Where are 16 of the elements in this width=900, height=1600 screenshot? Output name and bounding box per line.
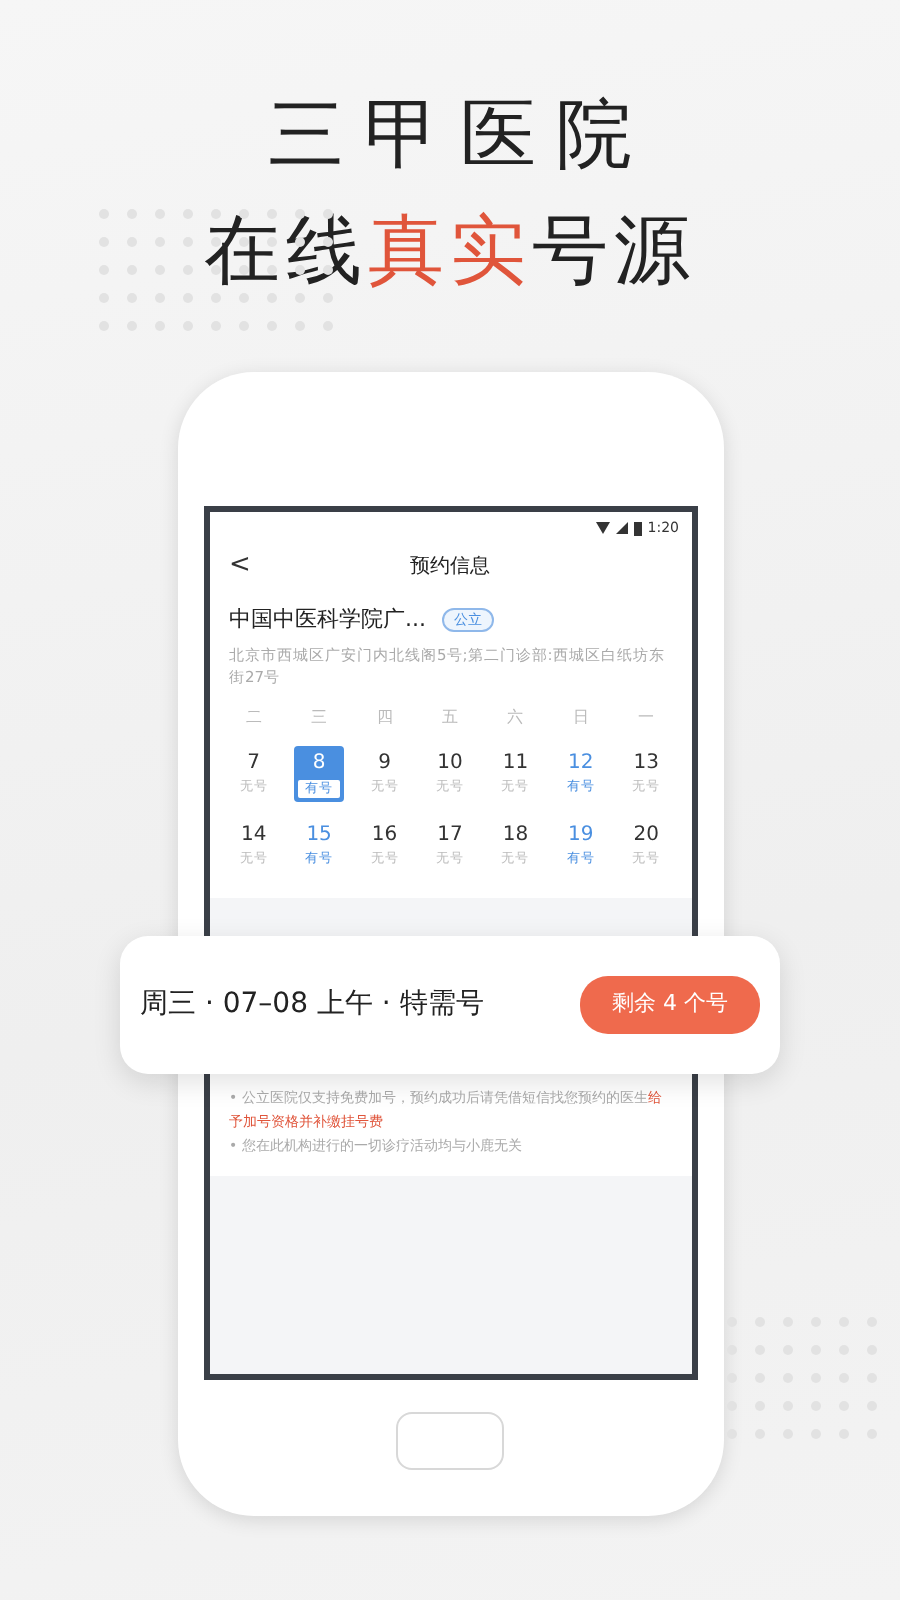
battery-icon <box>633 521 642 536</box>
page-title: 预约信息 <box>410 553 490 582</box>
hospital-name: 中国中医科学院广... <box>229 603 426 635</box>
weekday-label: 六 <box>505 705 526 729</box>
weekday-label: 四 <box>374 705 395 729</box>
headline-text: 号源 <box>532 206 696 294</box>
weekday-label: 二 <box>243 705 264 729</box>
weekday-label: 三 <box>309 705 330 729</box>
weekday-label: 五 <box>439 705 460 729</box>
wifi-icon <box>595 522 610 535</box>
signal-icon <box>615 522 628 535</box>
weekday-label: 日 <box>570 705 591 729</box>
headline: 三甲医院 <box>266 96 652 172</box>
back-button[interactable]: < <box>221 547 259 583</box>
slot-label: 周三 · 07–08 上午 · 特需号 <box>140 986 484 1024</box>
headline-text: 真实 <box>368 206 532 294</box>
